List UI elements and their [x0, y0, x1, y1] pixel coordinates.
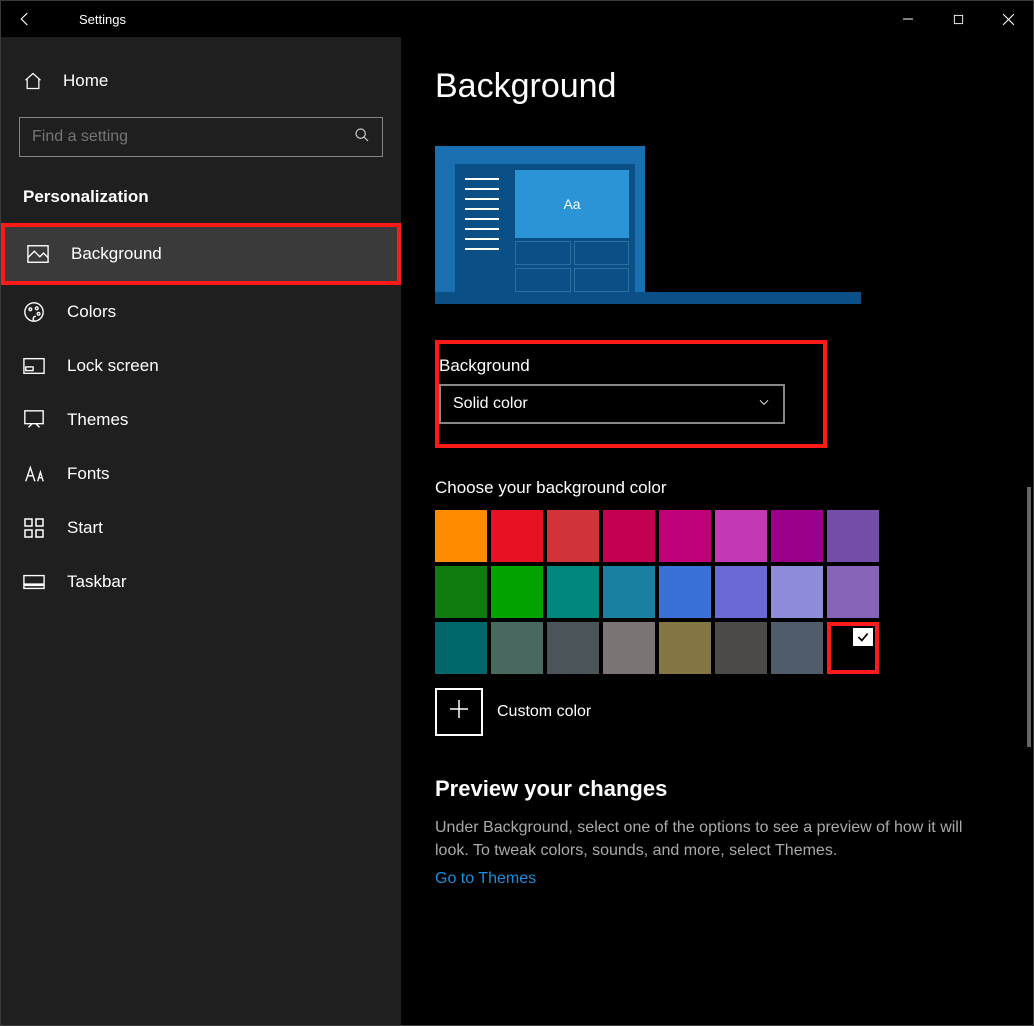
- sidebar-item-label: Colors: [67, 302, 116, 322]
- sidebar-item-label: Fonts: [67, 464, 110, 484]
- plus-icon: [447, 697, 471, 728]
- color-swatch[interactable]: [547, 510, 599, 562]
- minimize-button[interactable]: [883, 1, 933, 37]
- preview-changes-text: Under Background, select one of the opti…: [435, 816, 999, 862]
- sidebar-item-background[interactable]: Background: [1, 223, 401, 285]
- color-swatch[interactable]: [547, 622, 599, 674]
- content-area: Background Aa: [401, 37, 1033, 1025]
- color-swatch[interactable]: [659, 622, 711, 674]
- color-swatch[interactable]: [715, 510, 767, 562]
- home-icon: [23, 71, 43, 91]
- search-input[interactable]: [32, 128, 354, 146]
- color-swatch[interactable]: [603, 510, 655, 562]
- color-swatch[interactable]: [827, 510, 879, 562]
- brush-icon: [23, 409, 45, 431]
- start-icon: [23, 517, 45, 539]
- preview-sample-text: Aa: [515, 170, 629, 238]
- sidebar-item-label: Start: [67, 518, 103, 538]
- custom-color-button[interactable]: [435, 688, 483, 736]
- search-icon: [354, 127, 370, 148]
- color-swatch[interactable]: [491, 566, 543, 618]
- sidebar-item-taskbar[interactable]: Taskbar: [1, 555, 401, 609]
- chevron-down-icon: [757, 395, 771, 414]
- color-swatch[interactable]: [827, 622, 879, 674]
- color-swatch[interactable]: [547, 566, 599, 618]
- color-swatch[interactable]: [771, 510, 823, 562]
- color-swatch[interactable]: [715, 622, 767, 674]
- color-swatch[interactable]: [827, 566, 879, 618]
- desktop-preview: Aa: [435, 146, 861, 304]
- sidebar-item-fonts[interactable]: Fonts: [1, 447, 401, 501]
- home-nav[interactable]: Home: [1, 57, 401, 105]
- background-field-label: Background: [439, 356, 823, 376]
- color-swatch[interactable]: [603, 622, 655, 674]
- sidebar-item-colors[interactable]: Colors: [1, 285, 401, 339]
- color-swatch[interactable]: [659, 510, 711, 562]
- color-swatch[interactable]: [491, 622, 543, 674]
- scrollbar[interactable]: [1027, 487, 1031, 747]
- color-swatch[interactable]: [659, 566, 711, 618]
- check-icon: [853, 628, 873, 646]
- picture-icon: [27, 243, 49, 265]
- choose-color-label: Choose your background color: [435, 478, 999, 498]
- sidebar-item-themes[interactable]: Themes: [1, 393, 401, 447]
- color-swatch[interactable]: [715, 566, 767, 618]
- sidebar-item-label: Themes: [67, 410, 128, 430]
- color-swatch[interactable]: [603, 566, 655, 618]
- color-swatch[interactable]: [435, 566, 487, 618]
- close-button[interactable]: [983, 1, 1033, 37]
- color-grid: [435, 510, 999, 674]
- taskbar-icon: [23, 571, 45, 593]
- search-box[interactable]: [19, 117, 383, 157]
- fonts-icon: [23, 463, 45, 485]
- back-button[interactable]: [1, 1, 49, 37]
- color-swatch[interactable]: [435, 622, 487, 674]
- background-dropdown[interactable]: Solid color: [439, 384, 785, 424]
- background-dropdown-section: Background Solid color: [435, 340, 827, 448]
- color-swatch[interactable]: [771, 622, 823, 674]
- sidebar: Home Personalization Background: [1, 37, 401, 1025]
- sidebar-item-lockscreen[interactable]: Lock screen: [1, 339, 401, 393]
- titlebar: Settings: [1, 1, 1033, 37]
- palette-icon: [23, 301, 45, 323]
- custom-color-label: Custom color: [497, 703, 591, 721]
- color-swatch[interactable]: [771, 566, 823, 618]
- sidebar-item-label: Background: [71, 244, 162, 264]
- section-title: Personalization: [1, 177, 401, 223]
- app-title: Settings: [49, 12, 126, 27]
- page-title: Background: [435, 67, 999, 106]
- lockscreen-icon: [23, 355, 45, 377]
- maximize-button[interactable]: [933, 1, 983, 37]
- color-swatch[interactable]: [435, 510, 487, 562]
- preview-changes-heading: Preview your changes: [435, 776, 999, 802]
- color-swatch[interactable]: [491, 510, 543, 562]
- sidebar-item-label: Lock screen: [67, 356, 159, 376]
- sidebar-item-label: Taskbar: [67, 572, 127, 592]
- dropdown-value: Solid color: [453, 395, 528, 413]
- sidebar-item-start[interactable]: Start: [1, 501, 401, 555]
- go-to-themes-link[interactable]: Go to Themes: [435, 870, 536, 888]
- home-label: Home: [63, 71, 108, 91]
